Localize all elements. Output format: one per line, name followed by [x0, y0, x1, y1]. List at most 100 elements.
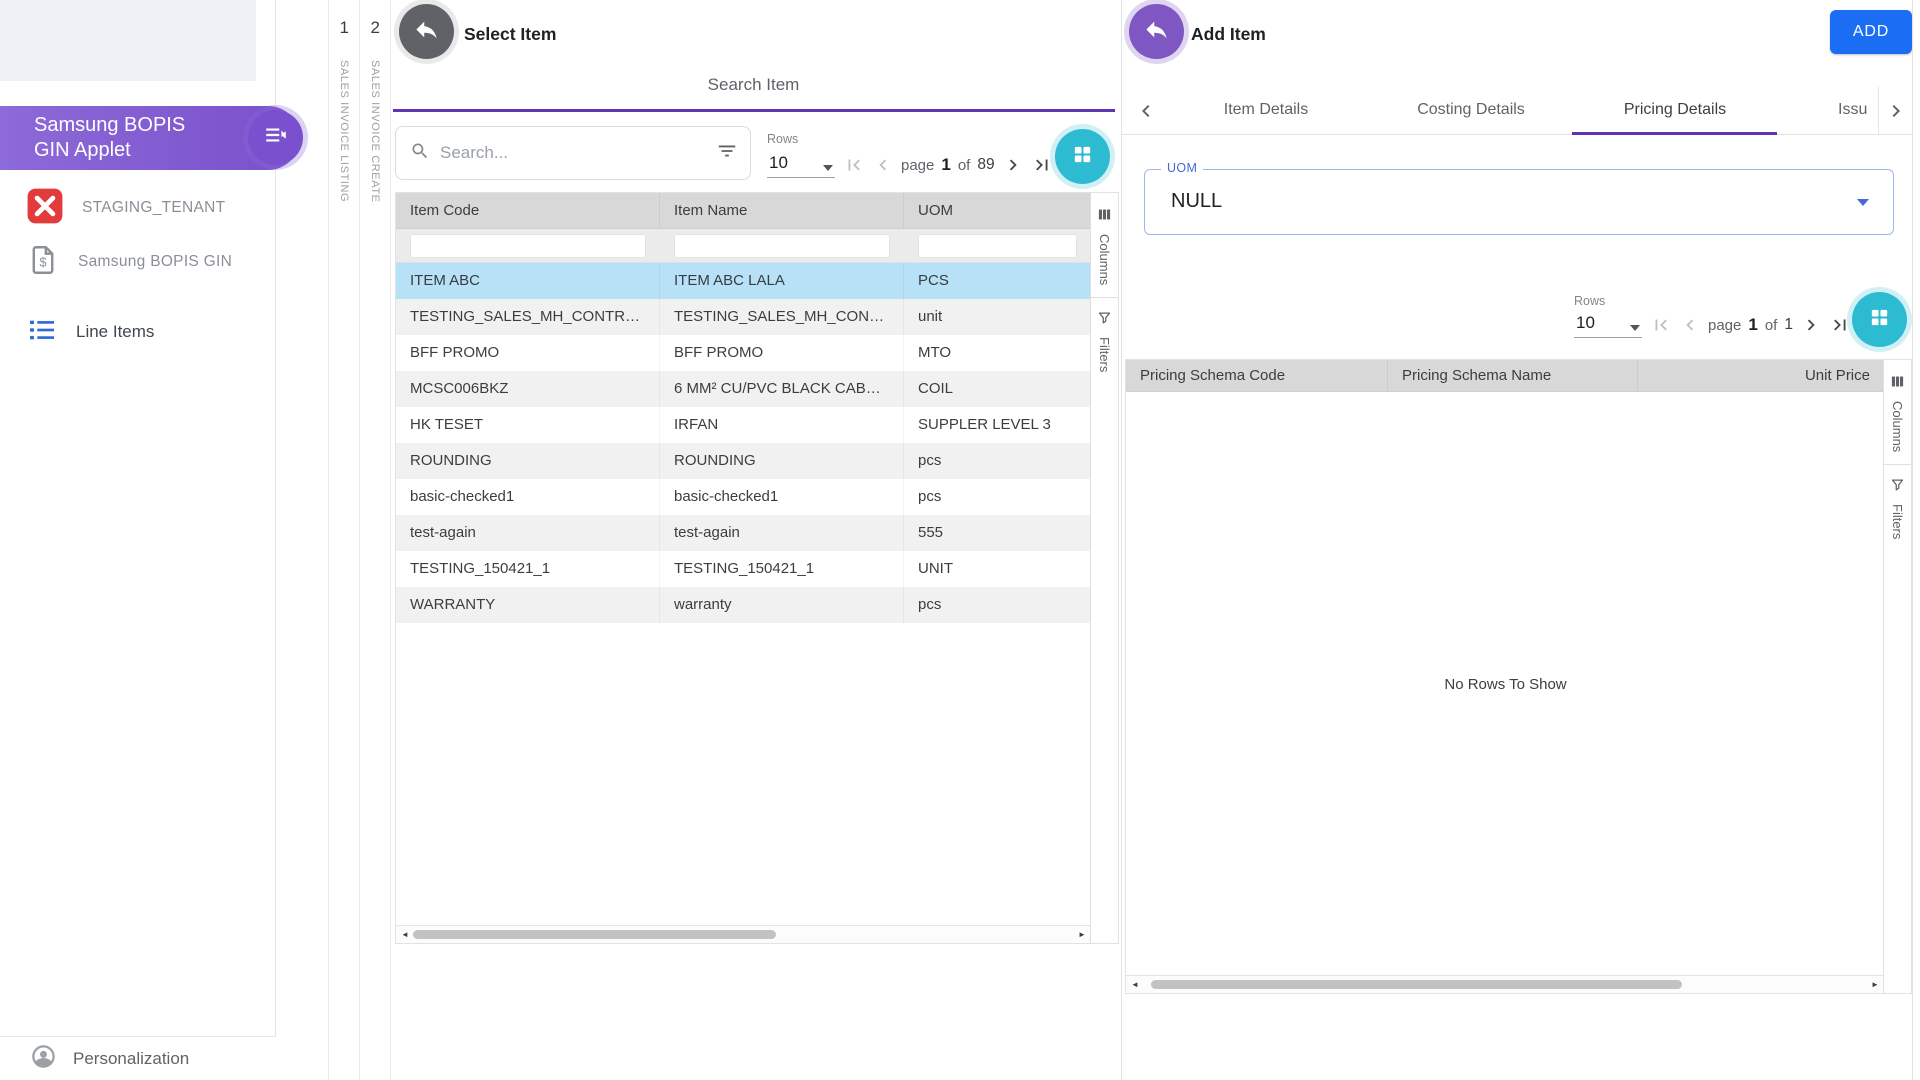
- grid-view-button[interactable]: [1852, 292, 1907, 347]
- grid-tool-strip: Columns Filters: [1090, 193, 1118, 943]
- filters-tool-label: Filters: [1890, 504, 1905, 539]
- tab-costing-details[interactable]: Costing Details: [1417, 101, 1525, 119]
- columns-tool-label: Columns: [1097, 234, 1112, 285]
- filters-tool-tab[interactable]: Filters: [1890, 477, 1905, 539]
- column-header-pricing-schema-code[interactable]: Pricing Schema Code: [1126, 360, 1388, 391]
- cell-item-code: MCSC006BKZ: [396, 371, 660, 407]
- sidebar-item-label: STAGING_TENANT: [82, 199, 225, 217]
- items-grid-filter-row: [396, 229, 1091, 263]
- scroll-left-arrow[interactable]: ◄: [1126, 976, 1144, 993]
- sidebar-item-label: Line Items: [76, 322, 154, 342]
- uom-dropdown[interactable]: UOM NULL: [1144, 169, 1894, 235]
- cell-uom: UNIT: [904, 551, 1091, 587]
- filter-list-icon[interactable]: [716, 140, 738, 167]
- grid-icon: [1868, 306, 1891, 334]
- step-tab-sales-invoice-listing[interactable]: 1 SALES INVOICE LISTING: [329, 0, 359, 1080]
- sidebar-item-tenant[interactable]: STAGING_TENANT: [26, 186, 225, 230]
- first-page-button[interactable]: [1650, 314, 1672, 336]
- search-icon: [410, 141, 430, 166]
- table-row[interactable]: ITEM ABCITEM ABC LALAPCS: [396, 263, 1091, 299]
- rows-per-page-select[interactable]: 10: [767, 152, 835, 178]
- scrollbar-thumb[interactable]: [1151, 980, 1682, 989]
- first-page-button[interactable]: [843, 154, 865, 176]
- table-row[interactable]: MCSC006BKZ6 MM² CU/PVC BLACK CABLE 1...C…: [396, 371, 1091, 407]
- step-tab-sales-invoice-create[interactable]: 2 SALES INVOICE CREATE: [359, 0, 390, 1080]
- back-button[interactable]: [1129, 4, 1184, 59]
- search-input[interactable]: [440, 143, 706, 163]
- tab-pricing-details[interactable]: Pricing Details: [1624, 101, 1726, 119]
- last-page-button[interactable]: [1829, 314, 1851, 336]
- table-row[interactable]: HK TESETIRFANSUPPLER LEVEL 3: [396, 407, 1091, 443]
- filter-input-item-name[interactable]: [674, 234, 890, 258]
- cell-uom: pcs: [904, 443, 1091, 479]
- sidebar-item-line-items[interactable]: Line Items: [26, 308, 154, 356]
- column-header-unit-price[interactable]: Unit Price: [1638, 360, 1884, 391]
- column-header-item-code[interactable]: Item Code: [396, 193, 660, 228]
- next-page-button[interactable]: [1800, 314, 1822, 336]
- current-page[interactable]: 1: [1748, 315, 1757, 335]
- rows-per-page-select[interactable]: 10: [1574, 312, 1642, 338]
- table-row[interactable]: test-againtest-again555: [396, 515, 1091, 551]
- wizard-steps: 1 SALES INVOICE LISTING 2 SALES INVOICE …: [328, 0, 391, 1080]
- filter-input-item-code[interactable]: [410, 234, 646, 258]
- table-row[interactable]: TESTING_150421_1TESTING_150421_1UNIT: [396, 551, 1091, 587]
- collapse-menu-button[interactable]: [248, 110, 303, 165]
- cell-item-name: BFF PROMO: [660, 335, 904, 371]
- cell-item-code: WARRANTY: [396, 587, 660, 623]
- last-page-button[interactable]: [1031, 154, 1053, 176]
- chevron-down-icon: [1857, 199, 1869, 206]
- tabs-scroll-left-icon[interactable]: [1134, 99, 1158, 123]
- column-header-item-name[interactable]: Item Name: [660, 193, 904, 228]
- active-tab-underline: [1572, 132, 1777, 135]
- back-button[interactable]: [399, 4, 454, 59]
- add-button[interactable]: ADD: [1830, 10, 1912, 54]
- tab-item-details[interactable]: Item Details: [1224, 101, 1308, 119]
- grid-view-button[interactable]: [1055, 129, 1110, 184]
- column-header-pricing-schema-name[interactable]: Pricing Schema Name: [1388, 360, 1638, 391]
- scrollbar-thumb[interactable]: [413, 930, 776, 939]
- cell-item-name: warranty: [660, 587, 904, 623]
- table-row[interactable]: BFF PROMOBFF PROMOMTO: [396, 335, 1091, 371]
- table-row[interactable]: ROUNDINGROUNDINGpcs: [396, 443, 1091, 479]
- list-icon: [26, 314, 58, 351]
- chevron-down-icon: [823, 165, 833, 171]
- funnel-icon: [1890, 477, 1905, 497]
- cell-item-name: test-again: [660, 515, 904, 551]
- tab-issue-details[interactable]: Issu: [1838, 101, 1878, 119]
- scroll-right-arrow[interactable]: ►: [1073, 926, 1091, 943]
- page-word: page: [1708, 317, 1741, 334]
- columns-icon: [1890, 374, 1905, 394]
- pricing-grid: Pricing Schema Code Pricing Schema Name …: [1125, 359, 1912, 994]
- empty-rows-message: No Rows To Show: [1126, 676, 1884, 693]
- cell-uom: pcs: [904, 587, 1091, 623]
- cell-item-name: ITEM ABC LALA: [660, 263, 904, 299]
- page-word: page: [901, 157, 934, 174]
- column-header-uom[interactable]: UOM: [904, 193, 1091, 228]
- personalization-button[interactable]: Personalization: [0, 1036, 276, 1080]
- add-item-panel: Add Item ADD Item Details Costing Detail…: [1122, 0, 1920, 1080]
- person-icon: [30, 1043, 57, 1075]
- item-table-body: ITEM ABCITEM ABC LALAPCSTESTING_SALES_MH…: [396, 263, 1091, 623]
- columns-tool-tab[interactable]: Columns: [1890, 374, 1905, 452]
- cell-uom: MTO: [904, 335, 1091, 371]
- table-row[interactable]: basic-checked1basic-checked1pcs: [396, 479, 1091, 515]
- scroll-left-arrow[interactable]: ◄: [396, 926, 414, 943]
- next-page-button[interactable]: [1002, 154, 1024, 176]
- current-page[interactable]: 1: [941, 155, 950, 175]
- tool-strip-divider: [1091, 297, 1118, 298]
- tab-search-item[interactable]: Search Item: [391, 75, 1116, 95]
- sidebar-item-applet-doc[interactable]: $ Samsung BOPIS GIN: [26, 240, 232, 284]
- cell-item-code: TESTING_150421_1: [396, 551, 660, 587]
- grid-tool-strip: Columns Filters: [1883, 360, 1911, 993]
- columns-tool-tab[interactable]: Columns: [1097, 207, 1112, 285]
- table-row[interactable]: TESTING_SALES_MH_CONTRACTTESTING_SALES_M…: [396, 299, 1091, 335]
- chevron-down-icon: [1630, 325, 1640, 331]
- filters-tool-tab[interactable]: Filters: [1097, 310, 1112, 372]
- tabs-scroll-right-icon[interactable]: [1878, 87, 1912, 135]
- table-row[interactable]: WARRANTYwarrantypcs: [396, 587, 1091, 623]
- filter-input-uom[interactable]: [918, 234, 1077, 258]
- cell-item-code: HK TESET: [396, 407, 660, 443]
- scroll-right-arrow[interactable]: ►: [1866, 976, 1884, 993]
- prev-page-button[interactable]: [1679, 314, 1701, 336]
- prev-page-button[interactable]: [872, 154, 894, 176]
